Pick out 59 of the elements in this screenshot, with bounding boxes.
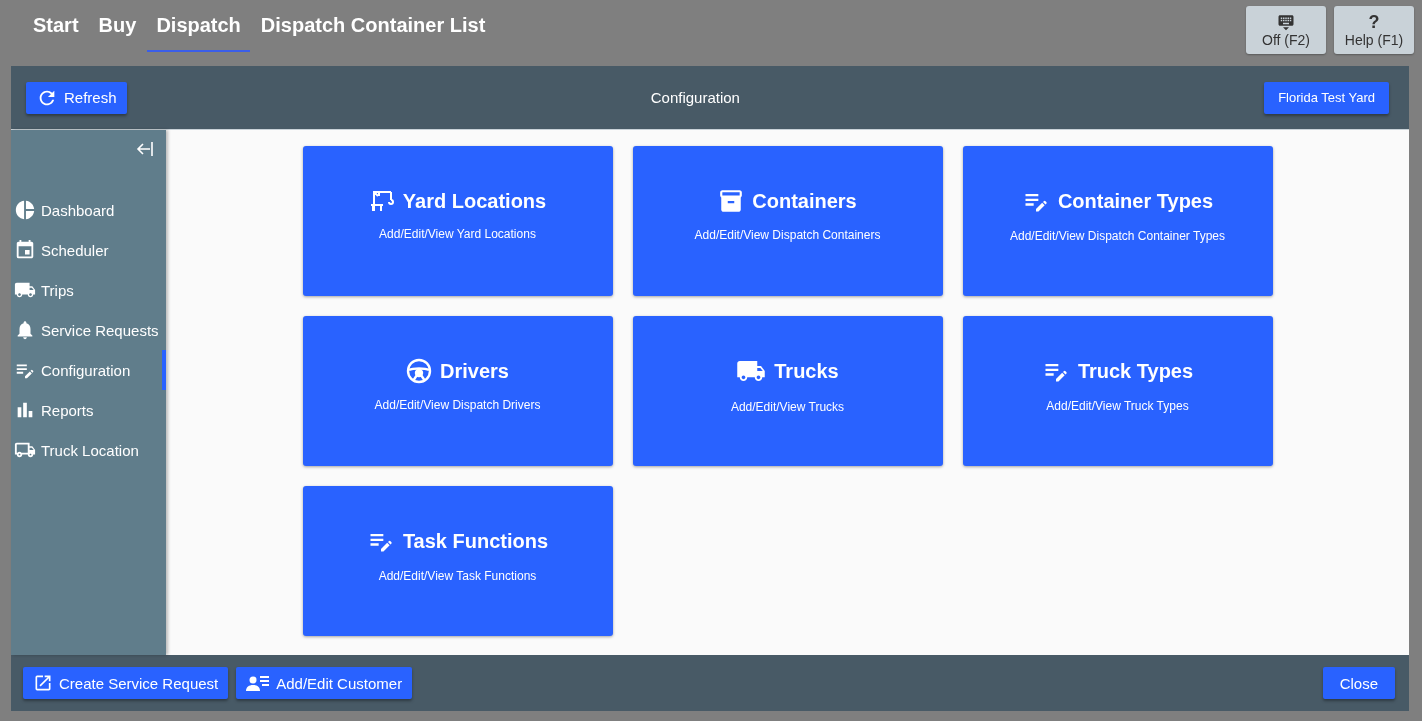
- sidebar-item[interactable]: Truck Location: [11, 430, 166, 470]
- calendar-icon: [14, 239, 36, 261]
- sidebar-label: Dashboard: [41, 201, 115, 219]
- card-title: Containers: [752, 189, 857, 213]
- card-title: Task Functions: [402, 529, 549, 553]
- sidebar-label: Scheduler: [41, 241, 109, 259]
- sidebar-label: Truck Location: [41, 441, 139, 459]
- sidebar-item[interactable]: Dashboard: [11, 190, 166, 230]
- sidebar-label: Service Requests: [41, 321, 159, 339]
- button-label: Help (F1): [1344, 31, 1404, 48]
- card-subtitle: Add/Edit/View Task Functions: [378, 569, 537, 583]
- question-mark: ?: [1368, 12, 1380, 31]
- config-card[interactable]: Trucks Add/Edit/View Trucks: [632, 316, 943, 466]
- card-subtitle: Add/Edit/View Dispatch Drivers: [374, 398, 541, 412]
- config-card[interactable]: Truck Types Add/Edit/View Truck Types: [962, 316, 1273, 466]
- sidebar-item[interactable]: Trips: [11, 270, 166, 310]
- close-button[interactable]: Close: [1322, 667, 1395, 699]
- sidebar-item[interactable]: Reports: [11, 390, 166, 430]
- config-card[interactable]: Task Functions Add/Edit/View Task Functions: [302, 486, 613, 636]
- nav-tab[interactable]: Dispatch: [147, 0, 250, 52]
- keyboard-off-button[interactable]: Off (F2): [1246, 6, 1326, 54]
- card-title: Truck Types: [1077, 359, 1194, 383]
- page-title: Configuration: [650, 89, 740, 106]
- refresh-button[interactable]: Refresh: [26, 81, 127, 114]
- card-subtitle: Add/Edit/View Truck Types: [1046, 399, 1189, 413]
- button-label: Add/Edit Customer: [276, 674, 403, 692]
- person-list-icon: [246, 673, 271, 693]
- nav-tab[interactable]: Start: [24, 0, 88, 52]
- card-subtitle: Add/Edit/View Dispatch Containers: [694, 228, 881, 242]
- card-title: Container Types: [1057, 189, 1214, 213]
- card-title: Trucks: [774, 359, 839, 383]
- customer-button[interactable]: Add/Edit Customer: [236, 667, 413, 699]
- card-title: Drivers: [440, 359, 509, 383]
- sidebar-item[interactable]: Service Requests: [11, 310, 166, 350]
- card-title: Yard Locations: [402, 189, 547, 213]
- box-icon: [718, 188, 745, 214]
- button-label: Off (F2): [1262, 31, 1310, 48]
- nav-tab[interactable]: Dispatch Container List: [251, 0, 495, 52]
- sidebar-label: Configuration: [41, 361, 131, 379]
- help-button[interactable]: ? Help (F1): [1334, 6, 1414, 54]
- yard-button[interactable]: Florida Test Yard: [1264, 81, 1389, 114]
- crane-icon: [368, 189, 395, 213]
- button-label: Create Service Request: [59, 674, 219, 692]
- config-card[interactable]: Container Types Add/Edit/View Dispatch Container Types: [962, 146, 1273, 296]
- sidebar-item[interactable]: Scheduler: [11, 230, 166, 270]
- button-label: Refresh: [64, 89, 117, 106]
- config-card[interactable]: Yard Locations Add/Edit/View Yard Locations: [302, 146, 613, 296]
- nav-tab[interactable]: Buy: [89, 0, 146, 52]
- sidebar-label: Trips: [41, 281, 74, 299]
- open-external-icon: [33, 673, 53, 693]
- config-card[interactable]: Drivers Add/Edit/View Dispatch Drivers: [302, 316, 613, 466]
- card-subtitle: Add/Edit/View Trucks: [730, 400, 845, 414]
- card-subtitle: Add/Edit/View Yard Locations: [379, 227, 536, 241]
- pie-chart-icon: [14, 199, 36, 221]
- create-request-button[interactable]: Create Service Request: [23, 667, 229, 699]
- steering-wheel-icon: [406, 358, 433, 384]
- card-subtitle: Add/Edit/View Dispatch Container Types: [1010, 229, 1225, 243]
- sidebar-label: Reports: [41, 401, 94, 419]
- config-card[interactable]: Containers Add/Edit/View Dispatch Containers: [632, 146, 943, 296]
